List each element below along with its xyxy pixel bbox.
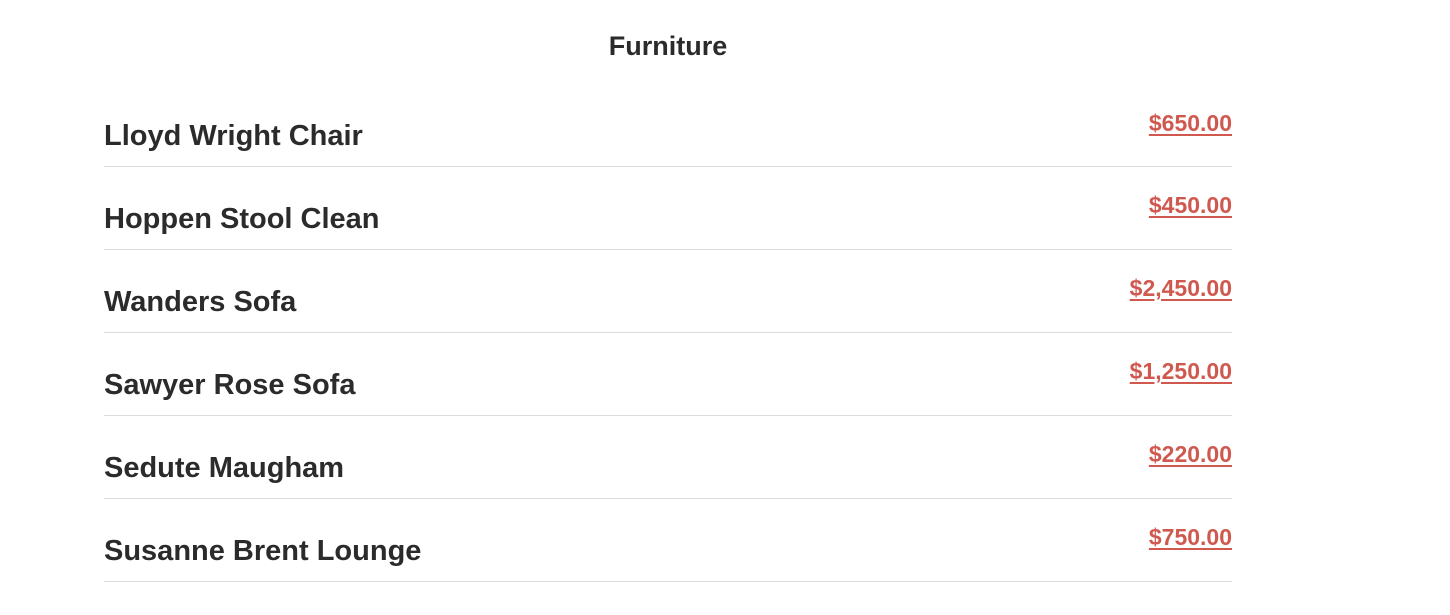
- list-item: Lloyd Wright Chair $650.00: [104, 85, 1232, 167]
- item-price-link[interactable]: $2,450.00: [1130, 272, 1232, 304]
- list-item: Susanne Brent Lounge $750.00: [104, 499, 1232, 582]
- item-name: Hoppen Stool Clean: [104, 203, 380, 235]
- item-price-link[interactable]: $650.00: [1149, 107, 1232, 139]
- item-price-link[interactable]: $1,250.00: [1130, 355, 1232, 387]
- list-item: Hoppen Stool Clean $450.00: [104, 167, 1232, 250]
- item-name: Susanne Brent Lounge: [104, 535, 422, 567]
- list-item: Sawyer Rose Sofa $1,250.00: [104, 333, 1232, 416]
- item-price-link[interactable]: $220.00: [1149, 438, 1232, 470]
- furniture-list: Lloyd Wright Chair $650.00 Hoppen Stool …: [104, 85, 1232, 582]
- item-name: Wanders Sofa: [104, 286, 297, 318]
- item-name: Lloyd Wright Chair: [104, 120, 363, 152]
- item-price-link[interactable]: $750.00: [1149, 521, 1232, 553]
- list-item: Sedute Maugham $220.00: [104, 416, 1232, 499]
- item-name: Sawyer Rose Sofa: [104, 369, 356, 401]
- section-title: Furniture: [608, 31, 728, 61]
- item-price-link[interactable]: $450.00: [1149, 189, 1232, 221]
- list-item: Wanders Sofa $2,450.00: [104, 250, 1232, 333]
- item-name: Sedute Maugham: [104, 452, 345, 484]
